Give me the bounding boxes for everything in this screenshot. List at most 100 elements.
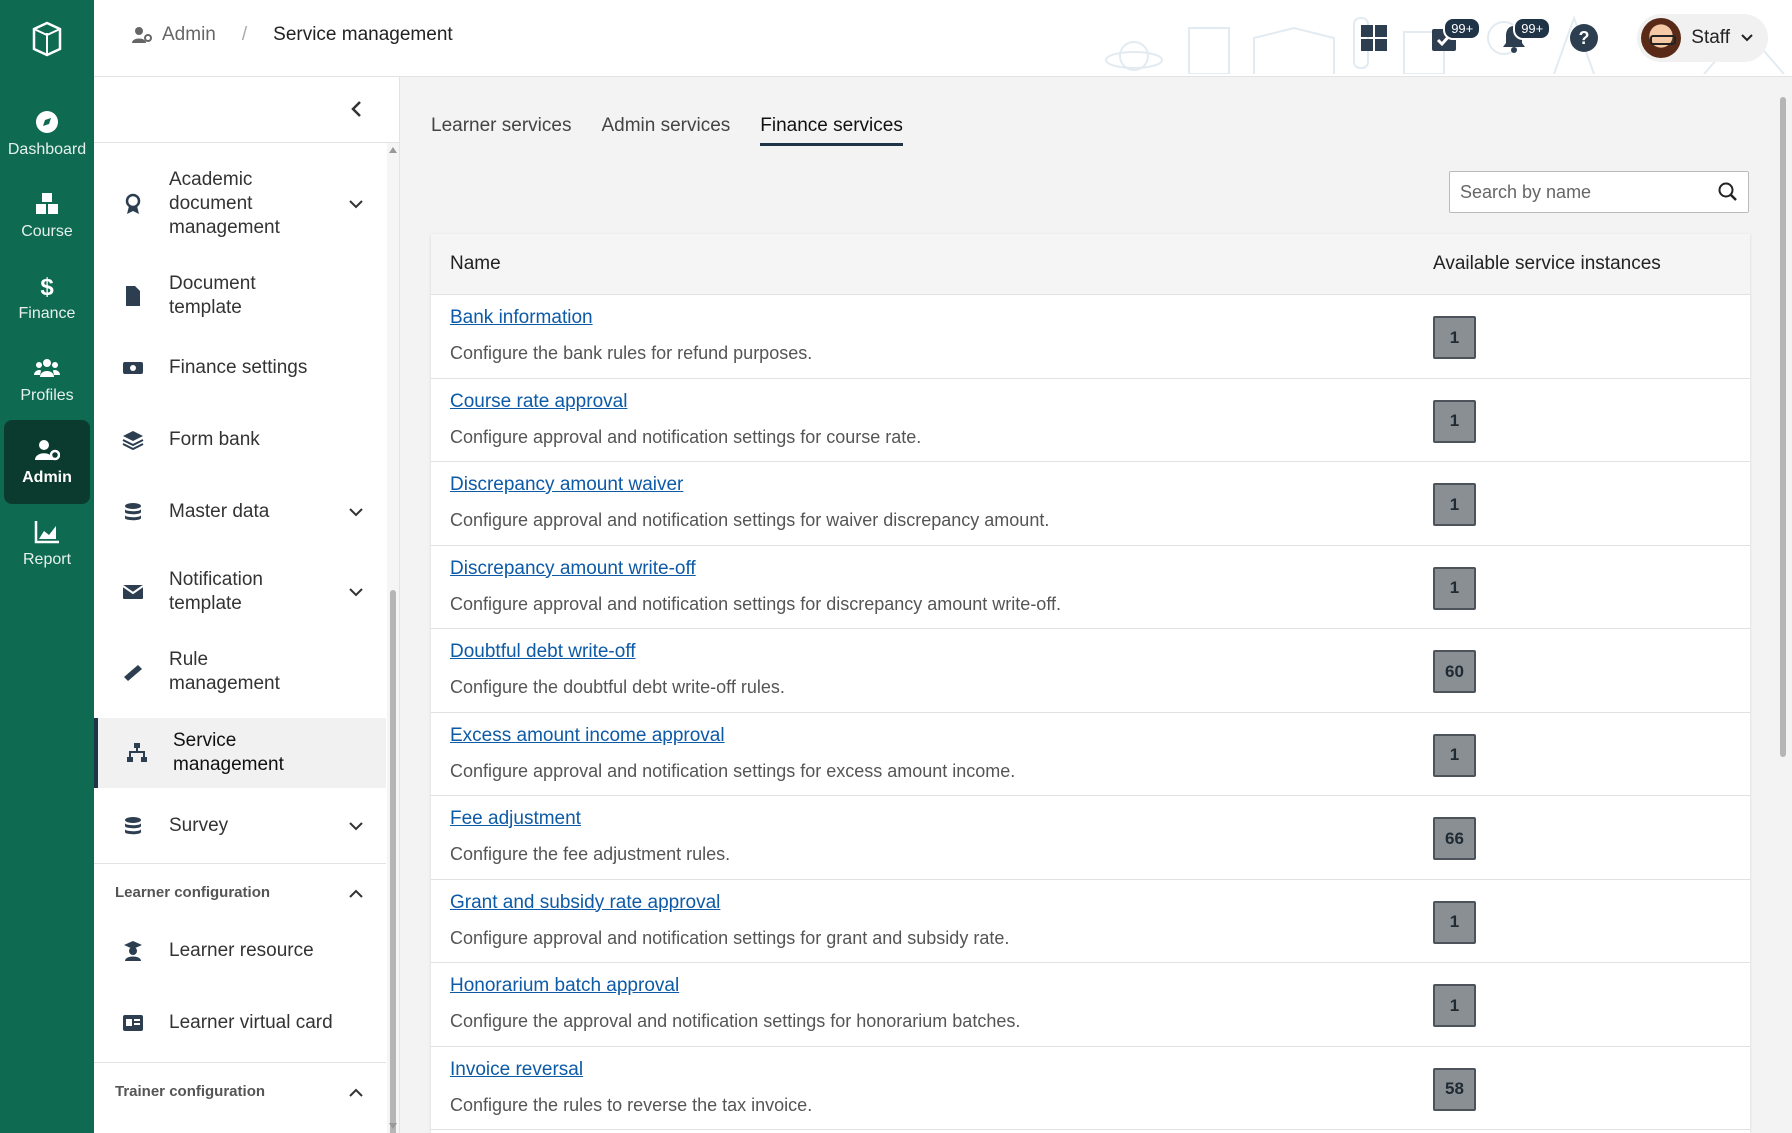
users-icon bbox=[34, 359, 60, 377]
rail-item-profiles[interactable]: Profiles bbox=[4, 338, 90, 422]
tasks-button[interactable]: 99+ bbox=[1427, 17, 1482, 55]
graduate-icon bbox=[122, 940, 144, 962]
table-row: Grant and subsidy rate approval Configure… bbox=[431, 880, 1750, 963]
service-description: Configure approval and notification sett… bbox=[450, 426, 922, 447]
sidebar-item-learner-resource[interactable]: Learner resource bbox=[94, 915, 386, 987]
service-link[interactable]: Excess amount income approval bbox=[450, 725, 725, 747]
grid-icon bbox=[1361, 25, 1388, 51]
chevron-left-icon[interactable] bbox=[345, 97, 369, 121]
sidebar-item-master-data[interactable]: Master data bbox=[94, 476, 386, 548]
column-header-instances: Available service instances bbox=[1433, 253, 1661, 274]
rail-item-label: Dashboard bbox=[7, 141, 87, 158]
header-actions: 99+ 99+ ? Staff bbox=[1357, 14, 1768, 62]
chevron-down-icon bbox=[1741, 34, 1753, 42]
service-description: Configure the approval and notification … bbox=[450, 1011, 1021, 1031]
page-scrollbar[interactable] bbox=[1774, 77, 1792, 1133]
user-gear-icon bbox=[132, 27, 152, 43]
rail-item-course[interactable]: Course bbox=[4, 174, 90, 258]
instance-count-badge: 1 bbox=[1433, 316, 1476, 359]
service-description: Configure the rules to reverse the tax i… bbox=[450, 1094, 813, 1115]
service-description: Configure the doubtful debt write-off ru… bbox=[450, 677, 785, 697]
table-row: Bank information Configure the bank rules… bbox=[431, 295, 1750, 379]
sidebar-item-academic-document-management[interactable]: Academic document management bbox=[94, 148, 386, 260]
envelope-icon bbox=[122, 581, 144, 603]
tab-learner-services[interactable]: Learner services bbox=[431, 115, 571, 146]
svg-text:$: $ bbox=[40, 274, 54, 299]
sidebar-item-service-management[interactable]: Service management bbox=[94, 718, 386, 788]
chevron-down-icon[interactable] bbox=[348, 584, 364, 600]
admin-sidebar: Academic document management Document tem… bbox=[94, 77, 400, 1133]
tasks-badge: 99+ bbox=[1443, 17, 1482, 40]
table-row: Honorarium batch approval Configure the a… bbox=[431, 963, 1750, 1047]
services-table: Name Available service instances Bank in… bbox=[431, 234, 1750, 1133]
sidebar-scroll-thumb[interactable] bbox=[390, 590, 396, 1133]
search-input[interactable] bbox=[1450, 181, 1700, 203]
table-row: Discrepancy amount waiver Configure appro… bbox=[431, 462, 1750, 546]
service-link[interactable]: Discrepancy amount waiver bbox=[450, 474, 683, 496]
breadcrumb-admin[interactable]: Admin bbox=[132, 24, 216, 46]
sidebar-item-rule-management[interactable]: Rule management bbox=[94, 636, 386, 708]
tab-admin-services[interactable]: Admin services bbox=[601, 115, 730, 146]
service-link[interactable]: Grant and subsidy rate approval bbox=[450, 892, 720, 914]
sidebar-item-finance-settings[interactable]: Finance settings bbox=[94, 332, 386, 404]
database-icon bbox=[122, 501, 144, 523]
instance-count-badge: 1 bbox=[1433, 900, 1476, 944]
rail-item-dashboard[interactable]: Dashboard bbox=[4, 92, 90, 176]
chevron-down-icon[interactable] bbox=[348, 504, 364, 520]
instance-count-badge: 1 bbox=[1433, 399, 1476, 443]
compass-icon bbox=[36, 111, 58, 133]
user-name: Staff bbox=[1691, 27, 1730, 48]
user-menu[interactable]: Staff bbox=[1637, 14, 1768, 62]
section-learner-configuration[interactable]: Learner configuration bbox=[94, 863, 386, 923]
sidebar-item-document-template[interactable]: Document template bbox=[94, 260, 386, 332]
service-tabs: Learner services Admin services Finance se… bbox=[431, 115, 903, 146]
service-description: Configure approval and notification sett… bbox=[450, 760, 1016, 781]
chevron-up-icon[interactable] bbox=[348, 886, 364, 902]
sidebar-item-label: Service management bbox=[173, 730, 284, 775]
top-header: Admin / Service management 99+ 99+ ? Sta… bbox=[94, 0, 1792, 77]
sidebar-item-label: Document template bbox=[169, 273, 256, 318]
rail-item-report[interactable]: Report bbox=[4, 502, 90, 586]
rail-item-label: Course bbox=[21, 223, 73, 240]
service-link[interactable]: Honorarium batch approval bbox=[450, 975, 679, 997]
sidebar-item-label: Learner resource bbox=[169, 940, 314, 961]
sidebar-scrollbar[interactable] bbox=[387, 143, 399, 1133]
sidebar-item-label: Form bank bbox=[169, 429, 260, 450]
table-row: Invoice reversal Configure the rules to r… bbox=[431, 1047, 1750, 1130]
service-link[interactable]: Course rate approval bbox=[450, 391, 627, 413]
page-scroll-thumb[interactable] bbox=[1780, 97, 1786, 757]
app-grid-button[interactable] bbox=[1357, 21, 1391, 55]
sidebar-item-learner-virtual-card[interactable]: Learner virtual card bbox=[94, 987, 386, 1059]
notifications-button[interactable]: 99+ bbox=[1497, 17, 1552, 55]
help-button[interactable]: ? bbox=[1567, 21, 1601, 55]
sidebar-item-label: Finance settings bbox=[169, 357, 308, 378]
ruler-icon bbox=[122, 661, 144, 683]
rail-item-label: Finance bbox=[18, 305, 76, 322]
rail-item-label: Report bbox=[22, 551, 72, 568]
rail-item-label: Admin bbox=[22, 469, 72, 486]
sidebar-item-survey[interactable]: Survey bbox=[94, 790, 386, 862]
sidebar-item-notification-template[interactable]: Notification template bbox=[94, 548, 386, 636]
notifications-badge: 99+ bbox=[1513, 17, 1552, 40]
instance-count-badge: 1 bbox=[1433, 566, 1476, 610]
sidebar-top bbox=[94, 77, 399, 143]
service-link[interactable]: Bank information bbox=[450, 307, 593, 329]
sidebar-item-form-bank[interactable]: Form bank bbox=[94, 404, 386, 476]
sitemap-icon bbox=[126, 742, 148, 764]
service-link[interactable]: Discrepancy amount write-off bbox=[450, 558, 696, 580]
rail-item-finance[interactable]: $ Finance bbox=[4, 256, 90, 340]
app-logo[interactable] bbox=[0, 0, 94, 76]
service-link[interactable]: Fee adjustment bbox=[450, 808, 581, 830]
service-link[interactable]: Doubtful debt write-off bbox=[450, 641, 636, 663]
search-icon[interactable] bbox=[1718, 182, 1738, 202]
chevron-up-icon[interactable] bbox=[348, 1085, 364, 1101]
service-link[interactable]: Invoice reversal bbox=[450, 1059, 583, 1081]
chevron-down-icon[interactable] bbox=[348, 818, 364, 834]
chevron-down-icon[interactable] bbox=[348, 196, 364, 212]
rail-item-admin[interactable]: Admin bbox=[4, 420, 90, 504]
search-box bbox=[1449, 171, 1749, 213]
tab-finance-services[interactable]: Finance services bbox=[760, 115, 903, 146]
service-description: Configure approval and notification sett… bbox=[450, 510, 1050, 530]
file-icon bbox=[122, 285, 144, 307]
section-trainer-configuration[interactable]: Trainer configuration bbox=[94, 1062, 386, 1122]
